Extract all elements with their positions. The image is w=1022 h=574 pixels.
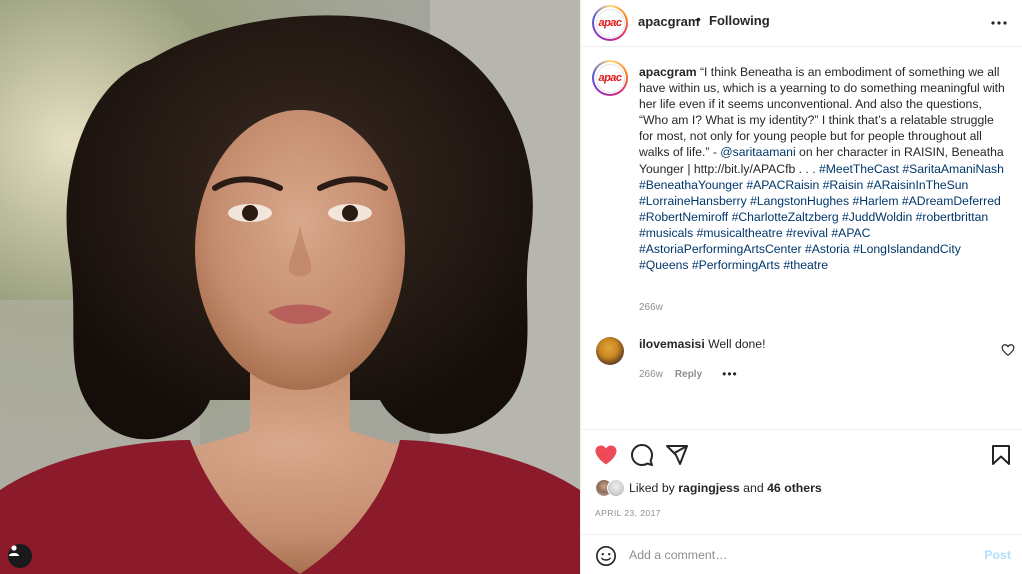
hashtag-link[interactable]: #ADreamDeferred — [902, 194, 1001, 208]
hashtag-link[interactable]: #SaritaAmaniNash — [902, 162, 1004, 176]
post-photo[interactable] — [0, 0, 580, 574]
hashtag-link[interactable]: #RobertNemiroff — [639, 210, 728, 224]
apac-logo: apac — [595, 63, 625, 93]
hashtag-link[interactable]: #LangstonHughes — [750, 194, 849, 208]
comment-body: Well done! — [704, 337, 766, 351]
hashtag-link[interactable]: #ARaisinInTheSun — [867, 178, 969, 192]
caption-mention[interactable]: @saritaamani — [720, 145, 795, 159]
caption-username[interactable]: apacgram — [639, 65, 697, 79]
separator-dot: • — [696, 11, 701, 27]
hashtag-link[interactable]: #CharlotteZaltzberg — [732, 210, 839, 224]
hashtag-link[interactable]: #Queens — [639, 258, 688, 272]
hashtag-link[interactable]: #LorraineHansberry — [639, 194, 747, 208]
heart-icon[interactable] — [594, 443, 618, 467]
hashtag-link[interactable]: #APAC — [831, 226, 870, 240]
comment-avatar[interactable] — [596, 337, 624, 365]
likes-user[interactable]: ragingjess — [678, 481, 740, 495]
post-panel: apac apacgram • Following apac apacgram … — [580, 0, 1022, 574]
header-username[interactable]: apacgram — [638, 14, 699, 29]
portrait-image — [0, 0, 580, 574]
action-bar — [581, 440, 1022, 468]
avatar[interactable]: apac — [592, 5, 628, 41]
add-comment-bar: Post — [581, 534, 1022, 574]
hashtag-list: #MeetTheCast #SaritaAmaniNash #BeneathaY… — [639, 162, 1004, 273]
likes-summary: Liked by ragingjess and 46 others — [595, 479, 822, 497]
comments-area[interactable]: apac apacgram “I think Beneatha is an em… — [581, 47, 1022, 430]
likes-prefix: Liked by — [629, 481, 679, 495]
likes-text: Liked by ragingjess and 46 others — [629, 481, 822, 495]
hashtag-link[interactable]: #MeetTheCast — [819, 162, 899, 176]
apac-logo: apac — [595, 8, 625, 38]
following-button[interactable]: Following — [709, 13, 770, 28]
caption-avatar[interactable]: apac — [592, 60, 628, 96]
hashtag-link[interactable]: #BeneathaYounger — [639, 178, 743, 192]
hashtag-link[interactable]: #PerformingArts — [692, 258, 780, 272]
caption-timestamp[interactable]: 266w — [639, 302, 663, 313]
comment: ilovemasisi Well done! — [639, 337, 765, 351]
share-icon[interactable] — [665, 443, 689, 467]
hashtag-link[interactable]: #Astoria — [805, 242, 850, 256]
likes-joiner: and — [739, 481, 768, 495]
emoji-icon[interactable] — [595, 545, 617, 567]
user-tag-icon[interactable] — [8, 544, 32, 568]
hashtag-link[interactable]: #LongIslandandCity — [853, 242, 961, 256]
comment-meta: 266w Reply ••• — [639, 367, 738, 381]
hashtag-link[interactable]: #robertbrittan — [916, 210, 989, 224]
post-header: apac apacgram • Following — [581, 0, 1022, 47]
hashtag-link[interactable]: #AstoriaPerformingArtsCenter — [639, 242, 802, 256]
bookmark-icon[interactable] — [989, 443, 1013, 467]
more-icon[interactable] — [989, 13, 1009, 33]
comment-icon[interactable] — [630, 443, 654, 467]
post-button[interactable]: Post — [984, 548, 1011, 562]
reply-button[interactable]: Reply — [675, 369, 702, 380]
hashtag-link[interactable]: #JuddWoldin — [842, 210, 912, 224]
post-date[interactable]: APRIL 23, 2017 — [595, 508, 661, 518]
hashtag-link[interactable]: #Harlem — [852, 194, 898, 208]
small-heart-icon[interactable] — [1001, 343, 1015, 357]
liker-avatar[interactable] — [607, 479, 625, 497]
comment-username[interactable]: ilovemasisi — [639, 337, 705, 351]
hashtag-link[interactable]: #musicals — [639, 226, 693, 240]
hashtag-link[interactable]: #musicaltheatre — [697, 226, 783, 240]
comment-more-button[interactable]: ••• — [722, 367, 738, 381]
likes-others[interactable]: 46 others — [767, 481, 822, 495]
comment-input[interactable] — [629, 543, 959, 567]
caption: apacgram “I think Beneatha is an embodim… — [639, 64, 1005, 273]
hashtag-link[interactable]: #theatre — [783, 258, 828, 272]
comment-timestamp[interactable]: 266w — [639, 369, 663, 380]
hashtag-link[interactable]: #Raisin — [823, 178, 864, 192]
hashtag-link[interactable]: #APACRaisin — [746, 178, 819, 192]
hashtag-link[interactable]: #revival — [786, 226, 828, 240]
